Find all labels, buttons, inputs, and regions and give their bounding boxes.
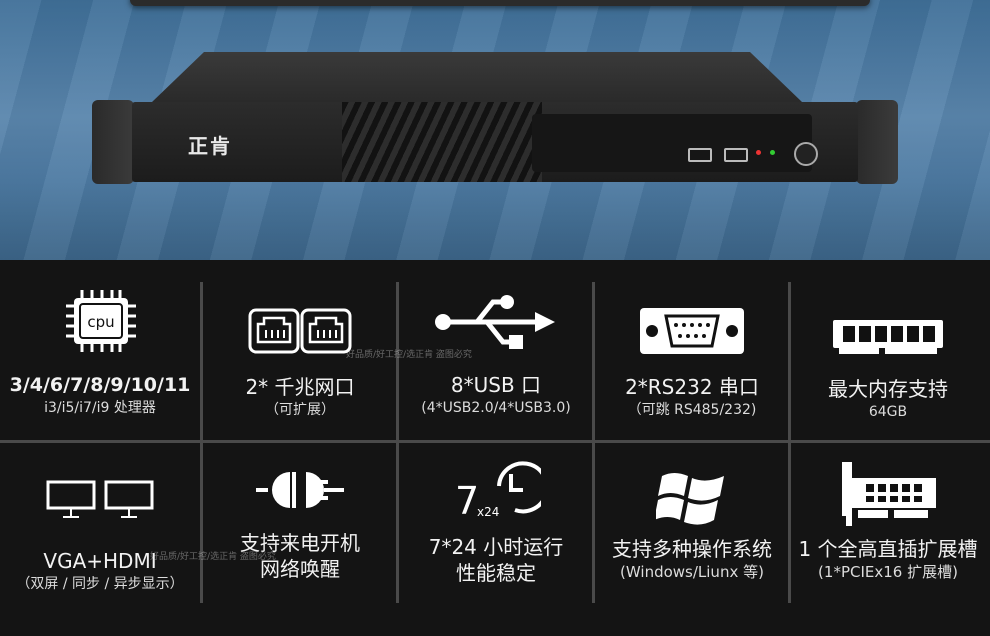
rack-ear-right xyxy=(856,100,898,184)
power-led-icon xyxy=(770,150,775,155)
watermark-text: 好品质/好工控/选正肯 盗图必究 xyxy=(150,552,276,562)
feature-memory: 最大内存支持 64GB xyxy=(790,260,986,440)
dual-monitor-icon xyxy=(46,442,154,520)
windows-logo-icon xyxy=(656,442,728,528)
feature-subtitle: (1*PCIEx16 扩展槽) xyxy=(818,563,958,581)
feature-subtitle: 64GB xyxy=(868,404,908,420)
pcie-card-icon xyxy=(838,442,938,528)
feature-subtitle: （可跳 RS485/232) xyxy=(627,402,757,418)
stacked-device-edge xyxy=(130,0,870,6)
feature-title: 3/4/6/7/8/9/10/11 xyxy=(9,374,191,396)
feature-title: 1 个全高直插扩展槽 xyxy=(798,537,978,561)
ram-icon xyxy=(831,260,945,356)
feature-grid: cpu 3/4/6/7/8/9/10/11 i3/i5/i7/i9 处理器 2*… xyxy=(0,260,990,636)
clock-icon-x24: x24 xyxy=(477,505,499,519)
usb-icon xyxy=(431,260,561,356)
rack-server-image: 正肯 xyxy=(92,52,898,192)
hdd-led-icon xyxy=(756,150,761,155)
hero-banner: 正肯 xyxy=(0,0,990,260)
feature-title: 最大内存支持 xyxy=(828,377,948,401)
rack-ear-left xyxy=(92,100,134,184)
feature-display: VGA+HDMI （双屏 / 同步 / 异步显示） xyxy=(2,442,198,622)
feature-os: 支持多种操作系统 (Windows/Liunx 等) xyxy=(594,442,790,622)
clock-icon-seven: 7 xyxy=(455,479,479,522)
feature-title: 2* 千兆网口 xyxy=(245,375,355,399)
feature-24h: 7 x24 7*24 小时运行 性能稳定 xyxy=(398,442,594,622)
server-top-panel xyxy=(152,52,802,102)
clock-24-icon: 7 x24 xyxy=(451,442,541,522)
brand-logo: 正肯 xyxy=(188,134,232,158)
feature-subtitle: i3/i5/i7/i9 处理器 xyxy=(44,400,156,416)
server-io-panel xyxy=(532,114,812,172)
feature-cpu: cpu 3/4/6/7/8/9/10/11 i3/i5/i7/i9 处理器 xyxy=(2,260,198,440)
feature-title: VGA+HDMI xyxy=(43,549,157,573)
feature-title: 7*24 小时运行 xyxy=(428,535,564,559)
feature-subtitle: (Windows/Liunx 等) xyxy=(620,563,764,581)
power-button-icon xyxy=(794,142,818,166)
front-usb-port-icon xyxy=(688,148,712,162)
feature-subtitle: (4*USB2.0/4*USB3.0) xyxy=(421,400,571,416)
watermark-text: 好品质/好工控/选正肯 盗图必究 xyxy=(346,350,472,360)
serial-port-icon xyxy=(638,260,746,356)
feature-power-on: 支持来电开机 网络唤醒 xyxy=(202,442,398,622)
power-plug-icon xyxy=(254,442,346,512)
feature-pcie: 1 个全高直插扩展槽 (1*PCIEx16 扩展槽) xyxy=(790,442,986,622)
cpu-icon-text: cpu xyxy=(87,313,114,331)
feature-serial: 2*RS232 串口 （可跳 RS485/232) xyxy=(594,260,790,440)
feature-title: 2*RS232 串口 xyxy=(625,375,759,399)
ethernet-ports-icon xyxy=(248,260,352,356)
feature-subtitle: 性能稳定 xyxy=(456,561,536,585)
feature-title: 支持多种操作系统 xyxy=(612,537,772,561)
feature-subtitle: （可扩展） xyxy=(265,402,335,418)
feature-subtitle: （双屏 / 同步 / 异步显示） xyxy=(16,576,184,592)
feature-title: 8*USB 口 xyxy=(450,373,542,397)
cpu-icon: cpu xyxy=(60,260,140,356)
server-vent xyxy=(342,102,542,182)
front-usb-port-icon xyxy=(724,148,748,162)
